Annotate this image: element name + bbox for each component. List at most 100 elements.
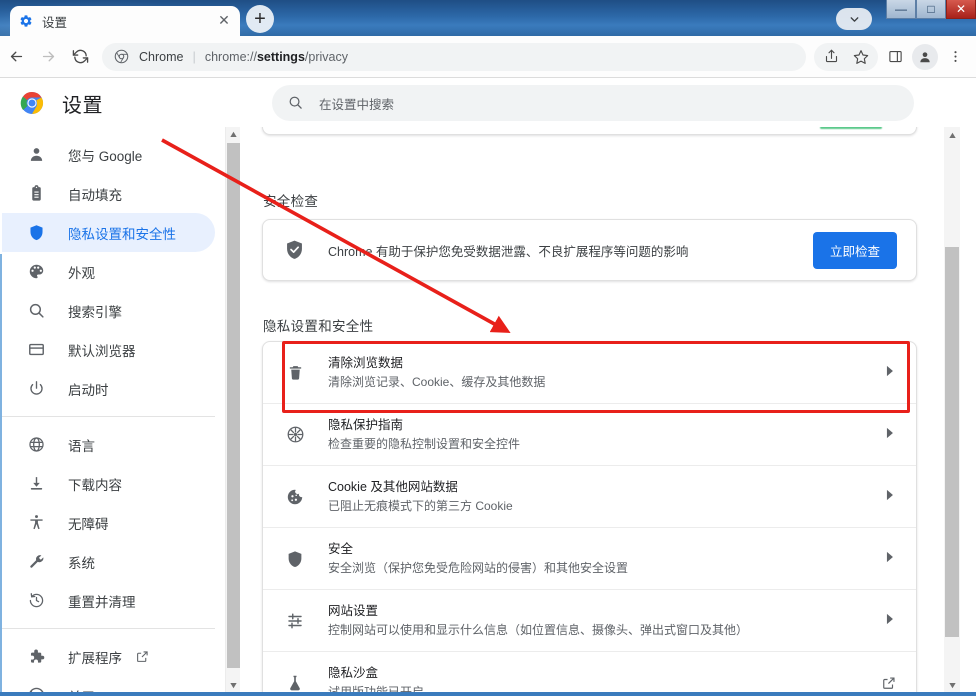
page-title: 设置 (62, 94, 103, 117)
list-item-title: 隐私保护指南 (328, 417, 404, 432)
sidebar-item-accessibility[interactable]: 无障碍 (2, 503, 215, 542)
sidebar-item-label: 您与 Google (68, 148, 143, 164)
search-input[interactable]: 在设置中搜索 (272, 85, 914, 121)
person-icon (26, 145, 46, 165)
toolbar-action-pill (814, 42, 878, 72)
side-panel-icon[interactable] (880, 42, 910, 72)
sidebar-item-on-startup[interactable]: 启动时 (2, 369, 215, 408)
sidebar-item-you-and-google[interactable]: 您与 Google (2, 135, 215, 174)
sidebar-item-reset-and-cleanup[interactable]: 重置并清理 (2, 581, 215, 620)
chrome-logo-icon (20, 91, 44, 115)
list-item-subtitle: 安全浏览（保护您免受危险网站的侵害）和其他安全设置 (328, 560, 629, 575)
puzzle-icon (26, 647, 46, 667)
omnibox-separator: | (192, 49, 196, 64)
list-item-security[interactable]: 安全 安全浏览（保护您免受危险网站的侵害）和其他安全设置 (263, 528, 916, 590)
safety-check-description: Chrome 有助于保护您免受数据泄露、不良扩展程序等问题的影响 (328, 244, 689, 259)
external-link-icon (136, 650, 150, 664)
list-item-privacy-sandbox[interactable]: 隐私沙盒 试用版功能已开启 (263, 652, 916, 693)
clipboard-icon (26, 184, 46, 204)
url-prefix: chrome:// (204, 49, 257, 64)
wrench-icon (26, 552, 46, 572)
partial-card-above (262, 127, 917, 135)
new-tab-button[interactable]: + (246, 5, 274, 33)
history-reset-icon (26, 591, 46, 611)
sidebar-item-label: 下载内容 (68, 477, 122, 493)
green-status-indicator (820, 127, 882, 129)
search-icon (26, 301, 46, 321)
section-title-privacy: 隐私设置和安全性 (263, 319, 374, 334)
minimize-button[interactable]: — (886, 0, 916, 19)
sidebar-item-privacy-and-security[interactable]: 隐私设置和安全性 (2, 213, 215, 252)
omnibox-url: chrome://settings/privacy (205, 50, 348, 64)
safety-check-card: Chrome 有助于保护您免受数据泄露、不良扩展程序等问题的影响 立即检查 (262, 219, 917, 281)
list-item-subtitle: 控制网站可以使用和显示什么信息（如位置信息、摄像头、弹出式窗口及其他） (328, 622, 749, 637)
person-icon (912, 43, 938, 70)
scroll-up-icon[interactable] (226, 127, 241, 142)
sidebar-item-about-chrome[interactable]: 关于 Chrome (2, 676, 215, 693)
share-icon[interactable] (816, 42, 846, 72)
accessibility-icon (26, 513, 46, 533)
chrome-icon (114, 49, 130, 65)
three-dots-icon[interactable] (940, 42, 970, 72)
list-item-text: 安全 安全浏览（保护您免受危险网站的侵害）和其他安全设置 (328, 541, 885, 577)
sidebar-scrollbar[interactable] (225, 127, 240, 693)
main-scroll-thumb[interactable] (945, 247, 959, 637)
sidebar-item-label: 隐私设置和安全性 (68, 226, 176, 242)
tab-title: 设置 (42, 15, 68, 30)
list-item-text: 隐私保护指南 检查重要的隐私控制设置和安全控件 (328, 417, 885, 453)
chevron-right-icon (885, 489, 894, 504)
sidebar-item-downloads[interactable]: 下载内容 (2, 464, 215, 503)
browser-tab[interactable]: 设置 ✕ (10, 6, 240, 36)
annotation-highlight-rect (282, 341, 910, 413)
list-item-subtitle: 已阻止无痕模式下的第三方 Cookie (328, 498, 513, 513)
star-icon[interactable] (846, 42, 876, 72)
close-icon[interactable]: ✕ (216, 13, 232, 29)
sidebar-item-appearance[interactable]: 外观 (2, 252, 215, 291)
window-controls: — □ ✕ (886, 0, 976, 19)
sidebar-item-label: 启动时 (68, 382, 109, 398)
list-item-site-settings[interactable]: 网站设置 控制网站可以使用和显示什么信息（如位置信息、摄像头、弹出式窗口及其他） (263, 590, 916, 652)
power-icon (26, 379, 46, 399)
external-link-icon (882, 676, 896, 690)
sidebar-item-search-engine[interactable]: 搜索引擎 (2, 291, 215, 330)
reload-icon[interactable] (64, 41, 96, 73)
palette-icon (26, 262, 46, 282)
close-window-button[interactable]: ✕ (946, 0, 976, 19)
sidebar-item-label: 扩展程序 (68, 650, 122, 666)
maximize-button[interactable]: □ (916, 0, 946, 19)
back-icon[interactable] (0, 41, 32, 73)
profile-avatar[interactable] (910, 42, 940, 72)
list-item-title: 隐私沙盒 (328, 666, 379, 680)
check-now-button[interactable]: 立即检查 (812, 231, 897, 269)
list-item-cookies[interactable]: Cookie 及其他网站数据 已阻止无痕模式下的第三方 Cookie (263, 466, 916, 528)
sidebar-item-languages[interactable]: 语言 (2, 425, 215, 464)
settings-sidebar: 您与 Google 自动填充 隐私设置和安全性 外观 搜索引擎 默认浏览器 启动… (2, 127, 225, 693)
list-item-title: 网站设置 (328, 603, 379, 618)
sidebar-item-autofill[interactable]: 自动填充 (2, 174, 215, 213)
main-scrollbar[interactable] (944, 127, 960, 693)
sidebar-item-system[interactable]: 系统 (2, 542, 215, 581)
window-bottom-edge (0, 692, 976, 696)
search-icon (288, 95, 305, 112)
address-bar[interactable]: Chrome | chrome://settings/privacy (102, 42, 806, 71)
sidebar-item-default-browser[interactable]: 默认浏览器 (2, 330, 215, 369)
sidebar-item-label: 自动填充 (68, 187, 122, 203)
maximize-glyph: □ (927, 2, 935, 16)
chevron-right-icon (885, 427, 894, 442)
list-item-privacy-guide[interactable]: 隐私保护指南 检查重要的隐私控制设置和安全控件 (263, 404, 916, 466)
list-item-title: Cookie 及其他网站数据 (328, 479, 458, 494)
omnibox-chip-label: Chrome (139, 49, 184, 64)
sidebar-item-label: 无障碍 (68, 516, 109, 532)
scroll-up-icon[interactable] (944, 127, 960, 143)
scroll-down-icon[interactable] (944, 677, 960, 693)
close-glyph: ✕ (955, 2, 967, 16)
sidebar-scroll-thumb[interactable] (227, 143, 240, 668)
sidebar-item-extensions[interactable]: 扩展程序 (2, 637, 215, 676)
download-icon (26, 474, 46, 494)
chevron-down-icon[interactable] (836, 8, 872, 30)
globe-icon (26, 435, 46, 455)
forward-icon[interactable] (32, 41, 64, 73)
chevron-right-icon (885, 551, 894, 566)
scroll-down-icon[interactable] (226, 678, 241, 693)
flask-icon (284, 674, 306, 692)
